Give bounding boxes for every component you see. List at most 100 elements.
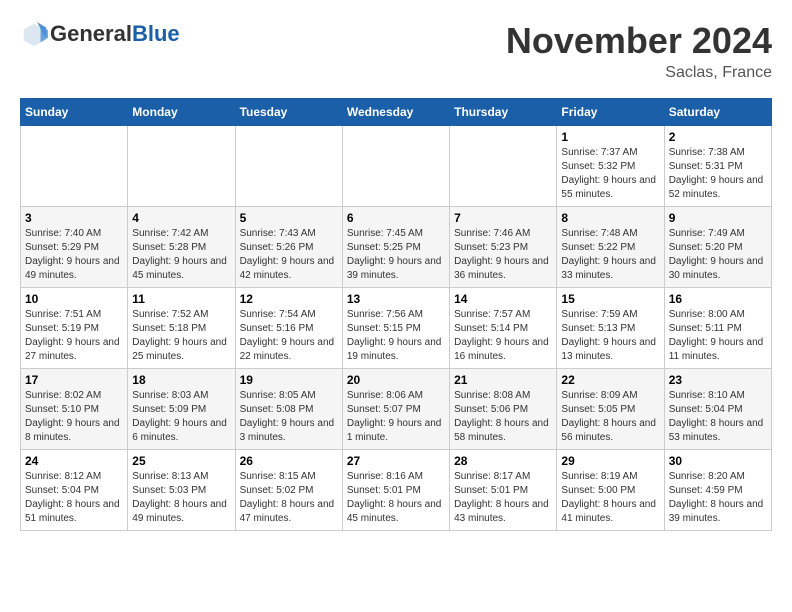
month-title: November 2024 [506,20,772,62]
day-number: 21 [454,373,552,387]
day-number: 17 [25,373,123,387]
day-info: Sunrise: 8:05 AM Sunset: 5:08 PM Dayligh… [240,389,338,445]
calendar-week-3: 10Sunrise: 7:51 AM Sunset: 5:19 PM Dayli… [21,288,772,369]
day-info: Sunrise: 7:43 AM Sunset: 5:26 PM Dayligh… [240,227,338,283]
calendar-cell: 9 Sunrise: 7:49 AM Sunset: 5:20 PM Daylig… [664,207,771,288]
calendar-cell: 26 Sunrise: 8:15 AM Sunset: 5:02 PM Dayli… [235,450,342,531]
calendar-cell: 2 Sunrise: 7:38 AM Sunset: 5:31 PM Daylig… [664,126,771,207]
weekday-header-wednesday: Wednesday [342,99,449,126]
calendar-cell: 15 Sunrise: 7:59 AM Sunset: 5:13 PM Dayli… [557,288,664,369]
day-info: Sunrise: 7:57 AM Sunset: 5:14 PM Dayligh… [454,308,552,364]
day-info: Sunrise: 8:17 AM Sunset: 5:01 PM Dayligh… [454,470,552,526]
day-number: 11 [132,292,230,306]
day-number: 3 [25,211,123,225]
day-info: Sunrise: 7:49 AM Sunset: 5:20 PM Dayligh… [669,227,767,283]
day-number: 28 [454,454,552,468]
day-info: Sunrise: 7:51 AM Sunset: 5:19 PM Dayligh… [25,308,123,364]
calendar-cell: 3Sunrise: 7:40 AM Sunset: 5:29 PM Daylig… [21,207,128,288]
day-info: Sunrise: 7:46 AM Sunset: 5:23 PM Dayligh… [454,227,552,283]
calendar-cell [21,126,128,207]
day-number: 19 [240,373,338,387]
day-number: 26 [240,454,338,468]
day-number: 30 [669,454,767,468]
calendar-cell: 17 Sunrise: 8:02 AM Sunset: 5:10 PM Dayli… [21,369,128,450]
weekday-header-monday: Monday [128,99,235,126]
day-number: 8 [561,211,659,225]
weekday-header-thursday: Thursday [450,99,557,126]
day-info: Sunrise: 8:09 AM Sunset: 5:05 PM Dayligh… [561,389,659,445]
day-info: Sunrise: 8:20 AM Sunset: 4:59 PM Dayligh… [669,470,767,526]
day-info: Sunrise: 7:48 AM Sunset: 5:22 PM Dayligh… [561,227,659,283]
page-header: GeneralBlue November 2024 Saclas, France [20,20,772,82]
day-info: Sunrise: 7:38 AM Sunset: 5:31 PM Dayligh… [669,146,767,202]
day-info: Sunrise: 8:15 AM Sunset: 5:02 PM Dayligh… [240,470,338,526]
day-number: 16 [669,292,767,306]
day-number: 12 [240,292,338,306]
day-info: Sunrise: 8:00 AM Sunset: 5:11 PM Dayligh… [669,308,767,364]
calendar-cell: 23Sunrise: 8:10 AM Sunset: 5:04 PM Dayli… [664,369,771,450]
day-info: Sunrise: 8:03 AM Sunset: 5:09 PM Dayligh… [132,389,230,445]
calendar-cell [128,126,235,207]
day-number: 13 [347,292,445,306]
calendar-cell: 5Sunrise: 7:43 AM Sunset: 5:26 PM Daylig… [235,207,342,288]
calendar-cell: 16 Sunrise: 8:00 AM Sunset: 5:11 PM Dayli… [664,288,771,369]
calendar-cell: 1Sunrise: 7:37 AM Sunset: 5:32 PM Daylig… [557,126,664,207]
calendar-cell: 4 Sunrise: 7:42 AM Sunset: 5:28 PM Daylig… [128,207,235,288]
weekday-header-row: SundayMondayTuesdayWednesdayThursdayFrid… [21,99,772,126]
day-number: 15 [561,292,659,306]
day-number: 18 [132,373,230,387]
calendar-cell: 13 Sunrise: 7:56 AM Sunset: 5:15 PM Dayli… [342,288,449,369]
calendar-cell [450,126,557,207]
logo-general-text: General [50,21,132,46]
logo: GeneralBlue [20,20,180,48]
day-number: 27 [347,454,445,468]
logo-blue-text: Blue [132,21,180,46]
calendar-cell: 10Sunrise: 7:51 AM Sunset: 5:19 PM Dayli… [21,288,128,369]
calendar-table: SundayMondayTuesdayWednesdayThursdayFrid… [20,98,772,531]
day-number: 22 [561,373,659,387]
day-info: Sunrise: 7:59 AM Sunset: 5:13 PM Dayligh… [561,308,659,364]
day-number: 29 [561,454,659,468]
calendar-cell: 22 Sunrise: 8:09 AM Sunset: 5:05 PM Dayli… [557,369,664,450]
day-number: 2 [669,130,767,144]
day-number: 23 [669,373,767,387]
day-number: 25 [132,454,230,468]
day-number: 6 [347,211,445,225]
logo-icon [20,20,48,48]
calendar-cell: 7 Sunrise: 7:46 AM Sunset: 5:23 PM Daylig… [450,207,557,288]
calendar-cell: 14 Sunrise: 7:57 AM Sunset: 5:14 PM Dayli… [450,288,557,369]
calendar-cell: 18 Sunrise: 8:03 AM Sunset: 5:09 PM Dayli… [128,369,235,450]
calendar-cell: 25 Sunrise: 8:13 AM Sunset: 5:03 PM Dayli… [128,450,235,531]
day-info: Sunrise: 7:56 AM Sunset: 5:15 PM Dayligh… [347,308,445,364]
calendar-cell [342,126,449,207]
weekday-header-tuesday: Tuesday [235,99,342,126]
day-info: Sunrise: 7:42 AM Sunset: 5:28 PM Dayligh… [132,227,230,283]
day-info: Sunrise: 7:45 AM Sunset: 5:25 PM Dayligh… [347,227,445,283]
day-number: 7 [454,211,552,225]
day-number: 4 [132,211,230,225]
location-text: Saclas, France [506,64,772,82]
calendar-cell: 8 Sunrise: 7:48 AM Sunset: 5:22 PM Daylig… [557,207,664,288]
calendar-cell: 20Sunrise: 8:06 AM Sunset: 5:07 PM Dayli… [342,369,449,450]
calendar-cell: 28 Sunrise: 8:17 AM Sunset: 5:01 PM Dayli… [450,450,557,531]
calendar-week-5: 24Sunrise: 8:12 AM Sunset: 5:04 PM Dayli… [21,450,772,531]
weekday-header-friday: Friday [557,99,664,126]
day-info: Sunrise: 8:08 AM Sunset: 5:06 PM Dayligh… [454,389,552,445]
calendar-cell: 27Sunrise: 8:16 AM Sunset: 5:01 PM Dayli… [342,450,449,531]
calendar-cell: 30 Sunrise: 8:20 AM Sunset: 4:59 PM Dayli… [664,450,771,531]
day-info: Sunrise: 8:02 AM Sunset: 5:10 PM Dayligh… [25,389,123,445]
calendar-cell: 21 Sunrise: 8:08 AM Sunset: 5:06 PM Dayli… [450,369,557,450]
calendar-week-4: 17 Sunrise: 8:02 AM Sunset: 5:10 PM Dayli… [21,369,772,450]
title-block: November 2024 Saclas, France [506,20,772,82]
calendar-week-2: 3Sunrise: 7:40 AM Sunset: 5:29 PM Daylig… [21,207,772,288]
day-number: 14 [454,292,552,306]
calendar-cell: 29 Sunrise: 8:19 AM Sunset: 5:00 PM Dayli… [557,450,664,531]
day-number: 1 [561,130,659,144]
day-info: Sunrise: 8:19 AM Sunset: 5:00 PM Dayligh… [561,470,659,526]
day-info: Sunrise: 8:13 AM Sunset: 5:03 PM Dayligh… [132,470,230,526]
weekday-header-sunday: Sunday [21,99,128,126]
day-info: Sunrise: 8:12 AM Sunset: 5:04 PM Dayligh… [25,470,123,526]
weekday-header-saturday: Saturday [664,99,771,126]
day-number: 9 [669,211,767,225]
calendar-cell: 24Sunrise: 8:12 AM Sunset: 5:04 PM Dayli… [21,450,128,531]
